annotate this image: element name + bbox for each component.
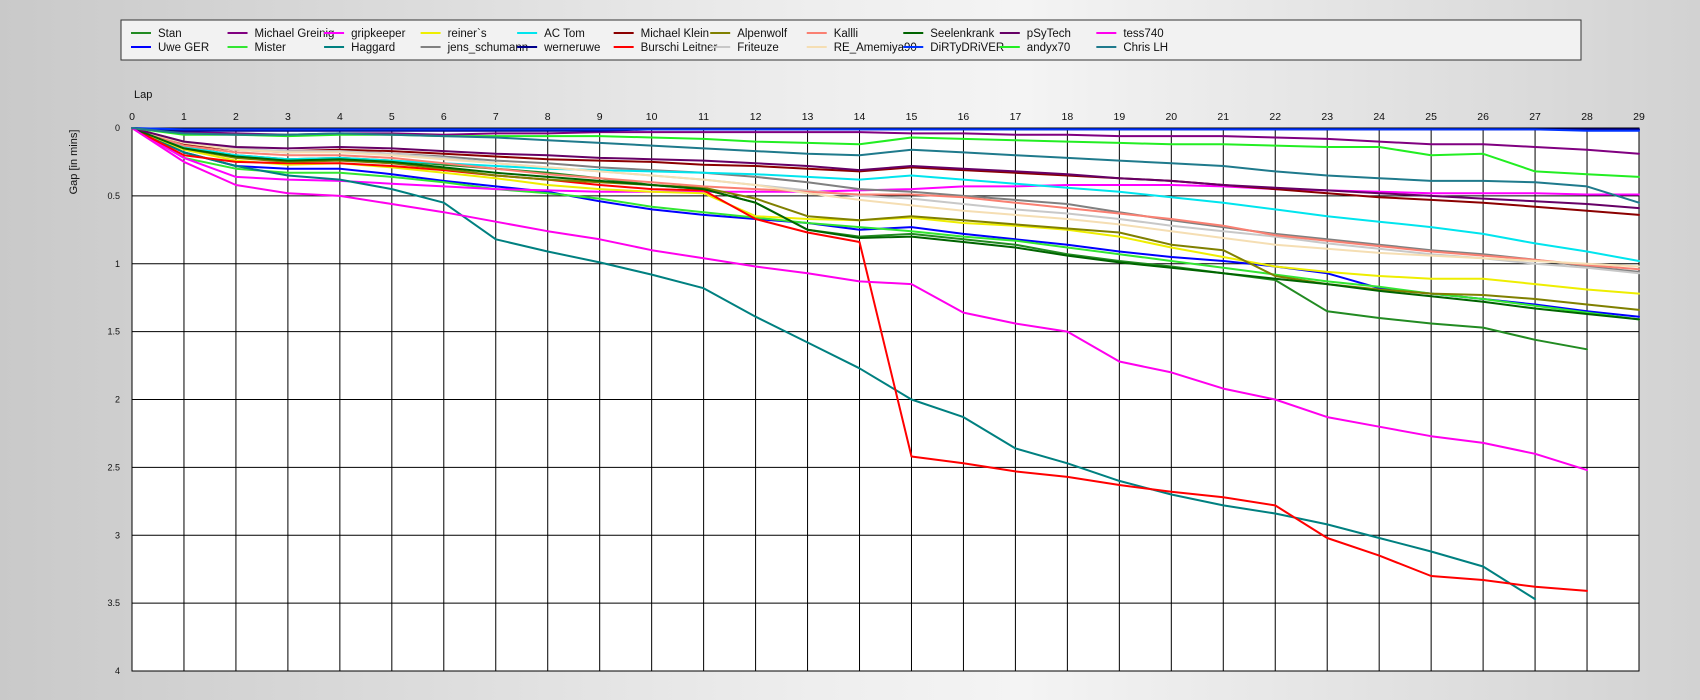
y-tick-label: 3.5 [107, 598, 120, 608]
legend-label: reiner`s [448, 28, 487, 40]
x-tick-label: 9 [597, 111, 603, 123]
x-tick-label: 28 [1581, 111, 1593, 123]
legend-label: Michael Klein [641, 28, 709, 40]
x-tick-label: 21 [1217, 111, 1229, 123]
y-tick-label: 2.5 [107, 462, 120, 472]
legend-label: Uwe GER [158, 42, 209, 54]
x-tick-label: 12 [750, 111, 762, 123]
x-tick-label: 17 [1010, 111, 1022, 123]
x-tick-label: 18 [1062, 111, 1074, 123]
x-tick-label: 2 [233, 111, 239, 123]
x-tick-label: 14 [854, 111, 866, 123]
y-tick-label: 1 [115, 259, 120, 269]
x-tick-label: 6 [441, 111, 447, 123]
x-tick-label: 23 [1321, 111, 1333, 123]
lap-gap-chart: Stan Uwe GER Michael Greinig Mister gripkeep… [68, 19, 1645, 676]
legend-label: jens_schumann [447, 42, 529, 54]
x-tick-label: 3 [285, 111, 291, 123]
x-tick-label: 25 [1425, 111, 1437, 123]
legend-label: tess740 [1123, 28, 1163, 40]
x-tick-label: 27 [1529, 111, 1541, 123]
x-tick-label: 13 [802, 111, 814, 123]
x-tick-label: 5 [389, 111, 395, 123]
y-tick-label: 2 [115, 395, 120, 405]
legend-label: Mister [255, 42, 286, 54]
x-tick-label: 29 [1633, 111, 1645, 123]
series-line-dirtydriver [131, 127, 1640, 132]
y-tick-label: 1.5 [107, 327, 120, 337]
y-axis-title: Gap [in mins] [68, 130, 80, 195]
legend-label: Alpenwolf [737, 28, 788, 40]
x-tick-label: 8 [545, 111, 551, 123]
legend-label: werneruwe [543, 42, 600, 54]
legend-label: pSyTech [1027, 28, 1071, 40]
legend: Stan Uwe GER Michael Greinig Mister gripkeep… [120, 19, 1582, 61]
legend-label: AC Tom [544, 28, 585, 40]
legend-label: Michael Greinig [255, 28, 335, 40]
legend-label: Seelenkrank [930, 28, 994, 40]
x-tick-label: 15 [906, 111, 918, 123]
legend-label: Kallli [834, 28, 858, 40]
x-axis-title: Lap [134, 89, 152, 101]
legend-box [120, 19, 1582, 61]
y-tick-label: 0.5 [107, 191, 120, 201]
x-tick-label: 0 [129, 111, 135, 123]
legend-label: gripkeeper [351, 28, 406, 40]
x-tick-label: 20 [1165, 111, 1177, 123]
x-tick-label: 19 [1114, 111, 1126, 123]
x-tick-label: 22 [1269, 111, 1281, 123]
legend-label: andyx70 [1027, 42, 1070, 54]
x-tick-label: 10 [646, 111, 658, 123]
x-tick-label: 24 [1373, 111, 1385, 123]
legend-label: Burschi Leitner [641, 42, 718, 54]
legend-label: Haggard [351, 42, 395, 54]
x-tick-label: 7 [493, 111, 499, 123]
y-tick-label: 4 [115, 666, 120, 676]
x-tick-label: 1 [181, 111, 187, 123]
legend-label: Stan [158, 28, 182, 40]
x-tick-label: 11 [698, 111, 709, 123]
legend-label: Chris LH [1123, 42, 1168, 54]
y-tick-label: 0 [115, 123, 120, 133]
y-tick-label: 3 [115, 530, 120, 540]
legend-label: Friteuze [737, 42, 779, 54]
x-tick-label: 4 [337, 111, 343, 123]
x-tick-label: 16 [958, 111, 970, 123]
legend-label: DiRTyDRiVER [930, 42, 1004, 54]
x-tick-label: 26 [1477, 111, 1489, 123]
